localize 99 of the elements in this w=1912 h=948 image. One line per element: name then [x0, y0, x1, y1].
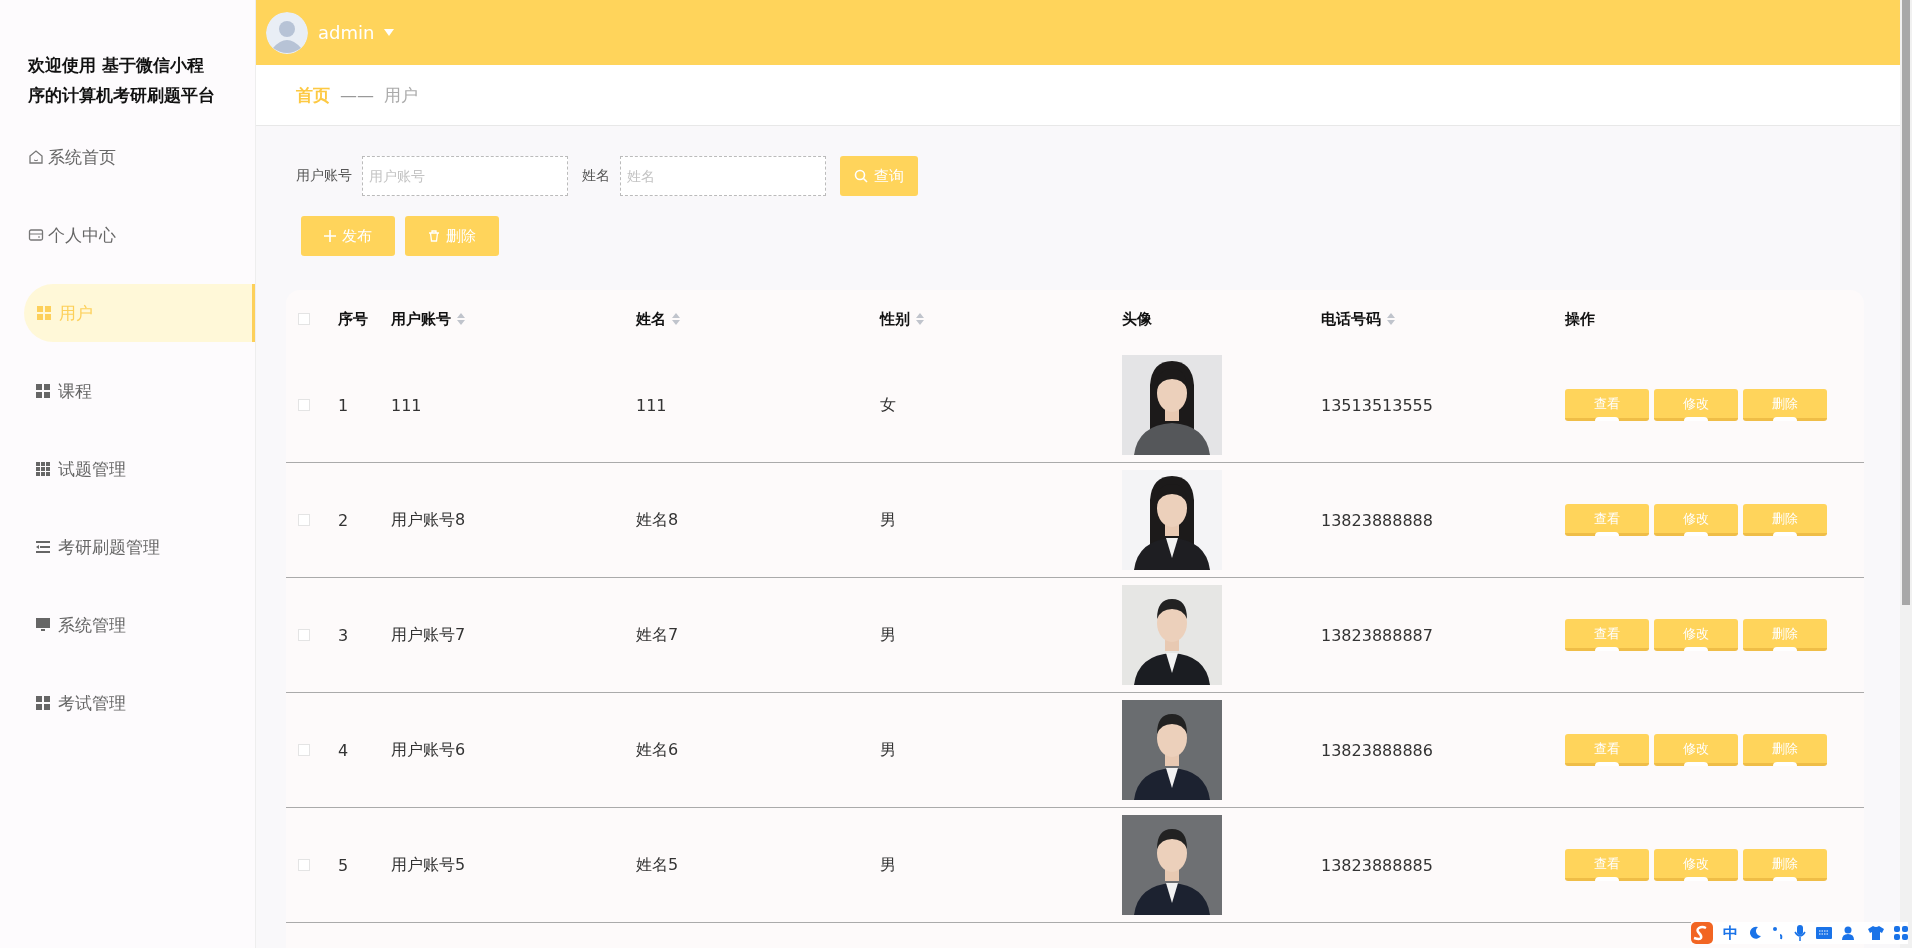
delete-button[interactable]: 删除 — [405, 216, 499, 256]
column-header: 序号 — [338, 309, 368, 329]
punctuation-icon[interactable] — [1772, 926, 1784, 940]
table-cell: 13513513555 — [1321, 395, 1433, 415]
add-button[interactable]: 发布 — [301, 216, 395, 256]
view-button[interactable]: 查看 — [1565, 734, 1649, 766]
plus-icon — [324, 230, 336, 242]
card-icon — [28, 227, 44, 243]
sidebar-item[interactable]: 考试管理 — [0, 674, 255, 732]
table-cell: 用户账号6 — [391, 739, 466, 761]
search-icon — [854, 169, 868, 183]
row-number: 4 — [338, 740, 349, 760]
search-field[interactable]: 姓名 — [620, 156, 826, 196]
table-cell: 姓名6 — [636, 739, 679, 761]
column-header: 头像 — [1122, 309, 1152, 329]
table-cell: 13823888888 — [1321, 510, 1433, 530]
edit-button[interactable]: 修改 — [1654, 389, 1738, 421]
delete-button[interactable]: 删除 — [1743, 619, 1827, 651]
column-header[interactable]: 姓名 — [636, 309, 666, 329]
table-cell: 13823888885 — [1321, 855, 1433, 875]
view-button[interactable]: 查看 — [1565, 619, 1649, 651]
column-header[interactable]: 电话号码 — [1321, 309, 1381, 329]
table-cell: 111 — [636, 395, 667, 415]
table-cell: 13823888886 — [1321, 740, 1433, 760]
view-button[interactable]: 查看 — [1565, 849, 1649, 881]
caret-icon — [384, 29, 395, 36]
input-mode-toggle[interactable]: 中 — [1723, 923, 1738, 943]
table-cell: 111 — [391, 395, 422, 415]
checkbox[interactable] — [298, 744, 310, 756]
grid-icon — [37, 306, 51, 320]
sort-icon[interactable] — [916, 313, 924, 325]
ime-logo-icon[interactable] — [1691, 922, 1713, 944]
sidebar-item[interactable]: 试题管理 — [0, 440, 255, 498]
table-cell: 13823888887 — [1321, 625, 1433, 645]
trash-icon — [428, 230, 440, 242]
grid-icon — [36, 384, 50, 398]
delete-button[interactable]: 删除 — [1743, 389, 1827, 421]
delete-button[interactable]: 删除 — [1743, 734, 1827, 766]
table-cell: 用户账号7 — [391, 624, 466, 646]
checkbox[interactable] — [298, 629, 310, 641]
edit-button[interactable]: 修改 — [1654, 619, 1738, 651]
view-button[interactable]: 查看 — [1565, 389, 1649, 421]
sidebar-item[interactable]: 用户 — [24, 284, 255, 342]
delete-button[interactable]: 删除 — [1743, 849, 1827, 881]
edit-button[interactable]: 修改 — [1654, 734, 1738, 766]
search-button[interactable]: 查询 — [840, 156, 918, 196]
column-header[interactable]: 性别 — [880, 309, 910, 329]
checkbox[interactable] — [298, 514, 310, 526]
table-cell: 用户账号8 — [391, 509, 466, 531]
edit-button[interactable]: 修改 — [1654, 849, 1738, 881]
checkbox[interactable] — [298, 313, 310, 325]
field-label: 用户账号 — [296, 167, 352, 185]
table-cell: 男 — [880, 739, 896, 761]
sidebar-item[interactable]: 个人中心 — [0, 206, 255, 264]
scrollbar[interactable] — [1900, 0, 1912, 948]
sidebar-item[interactable]: 系统管理 — [0, 596, 255, 654]
list-icon — [36, 541, 50, 553]
column-header: 操作 — [1565, 309, 1595, 329]
user-menu[interactable]: admin — [318, 22, 375, 43]
row-number: 2 — [338, 510, 349, 530]
grid-icon[interactable] — [1894, 926, 1908, 940]
table-cell: 姓名8 — [636, 509, 679, 531]
checkbox[interactable] — [298, 399, 310, 411]
breadcrumb-link[interactable]: 首页 — [296, 83, 330, 107]
row-number: 5 — [338, 855, 349, 875]
grid-icon — [36, 462, 50, 476]
sort-icon[interactable] — [1387, 313, 1395, 325]
sort-icon[interactable] — [457, 313, 465, 325]
search-field[interactable]: 用户账号 — [362, 156, 568, 196]
sidebar-item[interactable]: 课程 — [0, 362, 255, 420]
moon-icon[interactable] — [1748, 926, 1762, 940]
edit-button[interactable]: 修改 — [1654, 504, 1738, 536]
grid-icon — [36, 696, 50, 710]
row-number: 3 — [338, 625, 349, 645]
monitor-icon — [36, 618, 50, 632]
checkbox[interactable] — [298, 859, 310, 871]
keyboard-icon[interactable] — [1816, 927, 1832, 939]
delete-button[interactable]: 删除 — [1743, 504, 1827, 536]
table-cell: 男 — [880, 854, 896, 876]
shirt-icon[interactable] — [1868, 926, 1884, 940]
breadcrumb-separator: —— — [340, 85, 374, 105]
table-cell: 姓名7 — [636, 624, 679, 646]
table-cell: 姓名5 — [636, 854, 679, 876]
app-title: 欢迎使用 基于微信小程序的计算机考研刷题平台 — [28, 54, 216, 107]
table-cell: 男 — [880, 624, 896, 646]
sort-icon[interactable] — [672, 313, 680, 325]
field-label: 姓名 — [582, 167, 610, 185]
breadcrumb-current: 用户 — [384, 83, 418, 107]
sidebar-item[interactable]: 考研刷题管理 — [0, 518, 255, 576]
column-header[interactable]: 用户账号 — [391, 309, 451, 329]
avatar[interactable] — [266, 11, 308, 54]
table-cell: 用户账号5 — [391, 854, 466, 876]
row-number: 1 — [338, 395, 349, 415]
sidebar-item[interactable]: 系统首页 — [0, 128, 255, 186]
microphone-icon[interactable] — [1794, 925, 1806, 941]
home-icon — [28, 149, 44, 165]
view-button[interactable]: 查看 — [1565, 504, 1649, 536]
table-cell: 男 — [880, 509, 896, 531]
table-cell: 女 — [880, 394, 896, 416]
